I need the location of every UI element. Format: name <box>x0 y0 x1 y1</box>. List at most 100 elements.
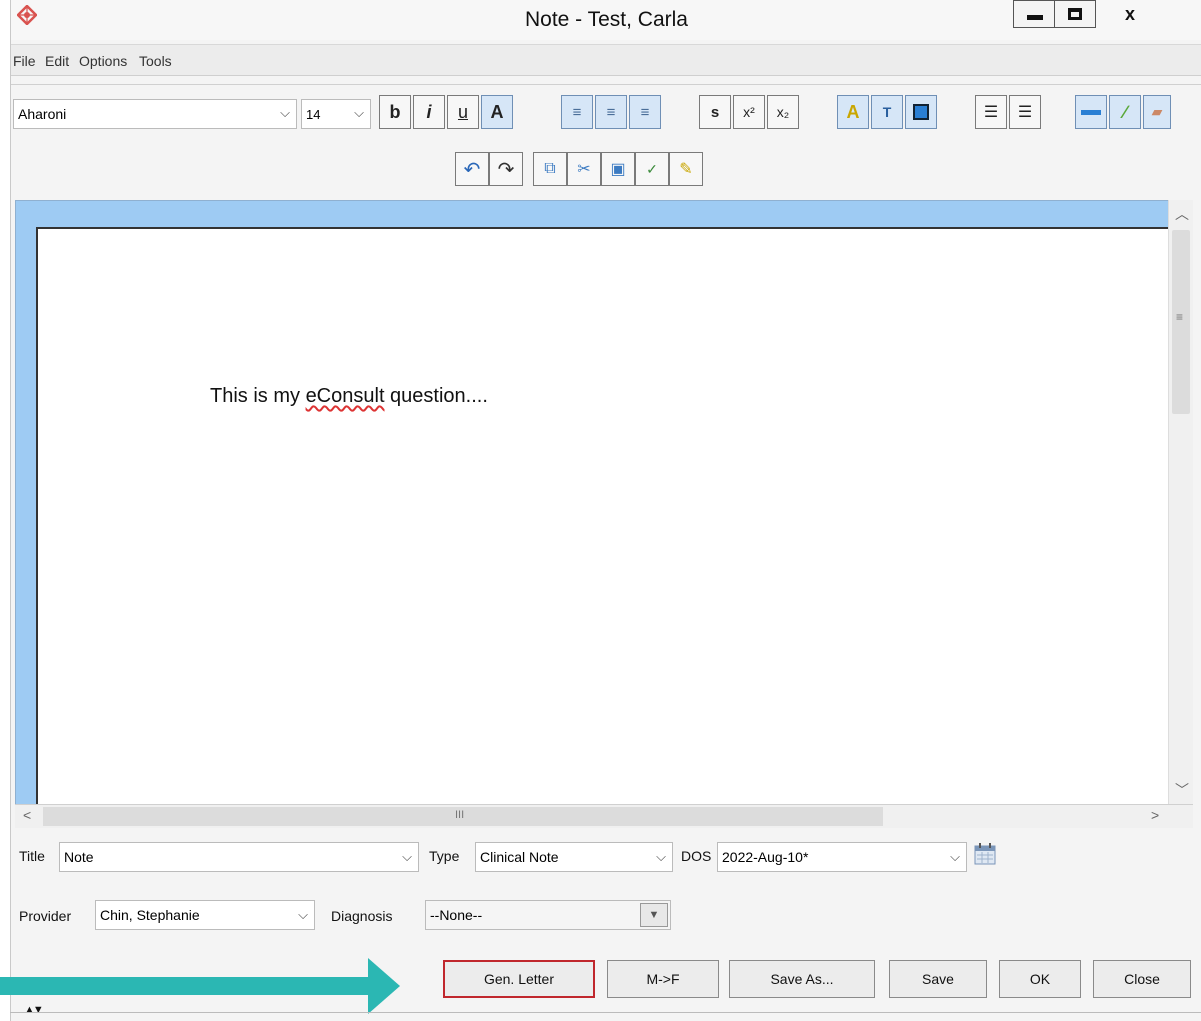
insert-image-button[interactable]: ▰ <box>1143 95 1171 129</box>
bottom-divider <box>10 1012 1201 1013</box>
minimize-icon <box>1026 14 1043 20</box>
type-select[interactable]: Clinical Note ⌵ <box>475 842 673 872</box>
editor-frame: This is my eConsult question.... <box>15 200 1193 828</box>
diagnosis-label: Diagnosis <box>331 908 393 924</box>
spellcheck-icon: ✓ <box>646 160 658 177</box>
border-icon <box>913 104 929 120</box>
pencil-icon: ∕ <box>1123 101 1127 122</box>
dos-field[interactable]: 2022-Aug-10* ⌵ <box>717 842 967 872</box>
maximize-button[interactable] <box>1054 0 1096 28</box>
horizontal-line-button[interactable] <box>1075 95 1107 129</box>
diagnosis-select[interactable]: --None-- ▼ <box>425 900 671 930</box>
dos-value: 2022-Aug-10* <box>722 849 809 865</box>
note-content-end: question.... <box>384 385 488 407</box>
type-label: Type <box>429 848 460 864</box>
highlight-button[interactable]: A <box>837 95 869 129</box>
image-icon: ▰ <box>1152 104 1162 119</box>
title-value: Note <box>64 849 94 865</box>
scroll-down-icon[interactable]: ﹀ <box>1175 780 1189 800</box>
close-button[interactable]: Close <box>1093 960 1191 998</box>
resize-arrows-icon[interactable]: ▲▼ <box>24 1004 44 1016</box>
copy-icon: ⧉ <box>544 160 556 177</box>
cut-button[interactable]: ✂ <box>567 152 601 186</box>
strikethrough-button[interactable]: s <box>699 95 731 129</box>
align-center-icon: ≡ <box>606 103 616 121</box>
italic-button[interactable]: i <box>413 95 445 129</box>
save-as-button[interactable]: Save As... <box>729 960 875 998</box>
note-window: Note - Test, Carla x File Edit Options T… <box>10 0 1201 1021</box>
menu-options[interactable]: Options <box>79 53 127 69</box>
m-to-f-button[interactable]: M->F <box>607 960 719 998</box>
misspelled-word: eConsult <box>305 385 385 407</box>
dos-label: DOS <box>681 848 712 864</box>
horizontal-scrollbar[interactable]: < III > <box>15 804 1193 828</box>
textbox-button[interactable]: T <box>871 95 903 129</box>
redo-icon: ↷ <box>497 158 515 181</box>
scroll-left-icon[interactable]: < <box>23 807 31 823</box>
border-button[interactable] <box>905 95 937 129</box>
font-size-value: 14 <box>306 107 321 122</box>
minimize-button[interactable] <box>1013 0 1055 28</box>
menu-bar: File Edit Options Tools <box>11 44 1201 76</box>
edit-pencil-icon: ✎ <box>679 161 693 178</box>
font-family-value: Aharoni <box>18 106 67 122</box>
undo-button[interactable]: ↶ <box>455 152 489 186</box>
chevron-down-icon: ⌵ <box>656 849 666 864</box>
save-button[interactable]: Save <box>889 960 987 998</box>
provider-value: Chin, Stephanie <box>100 907 200 923</box>
paste-button[interactable]: ▣ <box>601 152 635 186</box>
horizontal-line-icon <box>1081 109 1101 115</box>
menu-tools[interactable]: Tools <box>139 53 172 69</box>
chevron-down-icon: ⌵ <box>280 105 290 120</box>
title-field[interactable]: Note ⌵ <box>59 842 419 872</box>
note-content: This is my eConsult question.... <box>210 385 488 408</box>
bullet-list-button[interactable]: ☰ <box>975 95 1007 129</box>
provider-label: Provider <box>19 908 72 924</box>
dropdown-arrow-icon[interactable]: ▼ <box>640 903 668 927</box>
scissors-icon: ✂ <box>577 161 591 178</box>
copy-button[interactable]: ⧉ <box>533 152 567 186</box>
calendar-icon[interactable] <box>973 842 997 866</box>
undo-icon: ↶ <box>463 158 481 181</box>
menu-file[interactable]: File <box>13 53 36 69</box>
chevron-down-icon: ⌵ <box>402 849 412 864</box>
note-editor[interactable]: This is my eConsult question.... <box>36 227 1171 807</box>
menu-edit[interactable]: Edit <box>45 53 69 69</box>
title-label: Title <box>19 848 45 864</box>
maximize-icon <box>1068 8 1082 20</box>
font-size-select[interactable]: 14 ⌵ <box>301 99 371 129</box>
vertical-scroll-thumb[interactable]: ≡ <box>1172 230 1190 414</box>
provider-select[interactable]: Chin, Stephanie ⌵ <box>95 900 315 930</box>
ok-button[interactable]: OK <box>999 960 1081 998</box>
font-family-select[interactable]: Aharoni ⌵ <box>13 99 297 129</box>
diagnosis-value: --None-- <box>430 907 483 923</box>
edit-button[interactable]: ✎ <box>669 152 703 186</box>
superscript-button[interactable]: x² <box>733 95 765 129</box>
subscript-button[interactable]: x₂ <box>767 95 799 129</box>
hscroll-grip: III <box>455 809 465 821</box>
title-bar: Note - Test, Carla x <box>11 0 1201 40</box>
bold-button[interactable]: b <box>379 95 411 129</box>
vertical-scrollbar[interactable]: ︿ ≡ ﹀ <box>1168 200 1193 804</box>
draw-button[interactable]: ∕ <box>1109 95 1141 129</box>
close-window-button[interactable]: x <box>1095 0 1165 28</box>
gen-letter-button[interactable]: Gen. Letter <box>443 960 595 998</box>
redo-button[interactable]: ↷ <box>489 152 523 186</box>
align-center-button[interactable]: ≡ <box>595 95 627 129</box>
numbered-list-button[interactable]: ☰ <box>1009 95 1041 129</box>
scroll-right-icon[interactable]: > <box>1151 807 1159 823</box>
chevron-down-icon: ⌵ <box>298 907 308 922</box>
align-right-button[interactable]: ≡ <box>629 95 661 129</box>
underline-button[interactable]: u <box>447 95 479 129</box>
note-content-start: This is my <box>210 385 306 407</box>
bullet-list-icon: ☰ <box>983 104 999 121</box>
font-color-button[interactable]: A <box>481 95 513 129</box>
align-left-button[interactable]: ≡ <box>561 95 593 129</box>
scroll-up-icon[interactable]: ︿ <box>1175 204 1189 224</box>
horizontal-scroll-thumb[interactable]: III <box>43 807 883 826</box>
spellcheck-button[interactable]: ✓ <box>635 152 669 186</box>
edit-toolbar: ↶ ↷ ⧉ ✂ ▣ ✓ ✎ <box>11 140 1201 195</box>
chevron-down-icon: ⌵ <box>950 849 960 864</box>
pointer-arrow-icon <box>0 958 400 1014</box>
align-right-icon: ≡ <box>640 103 650 121</box>
